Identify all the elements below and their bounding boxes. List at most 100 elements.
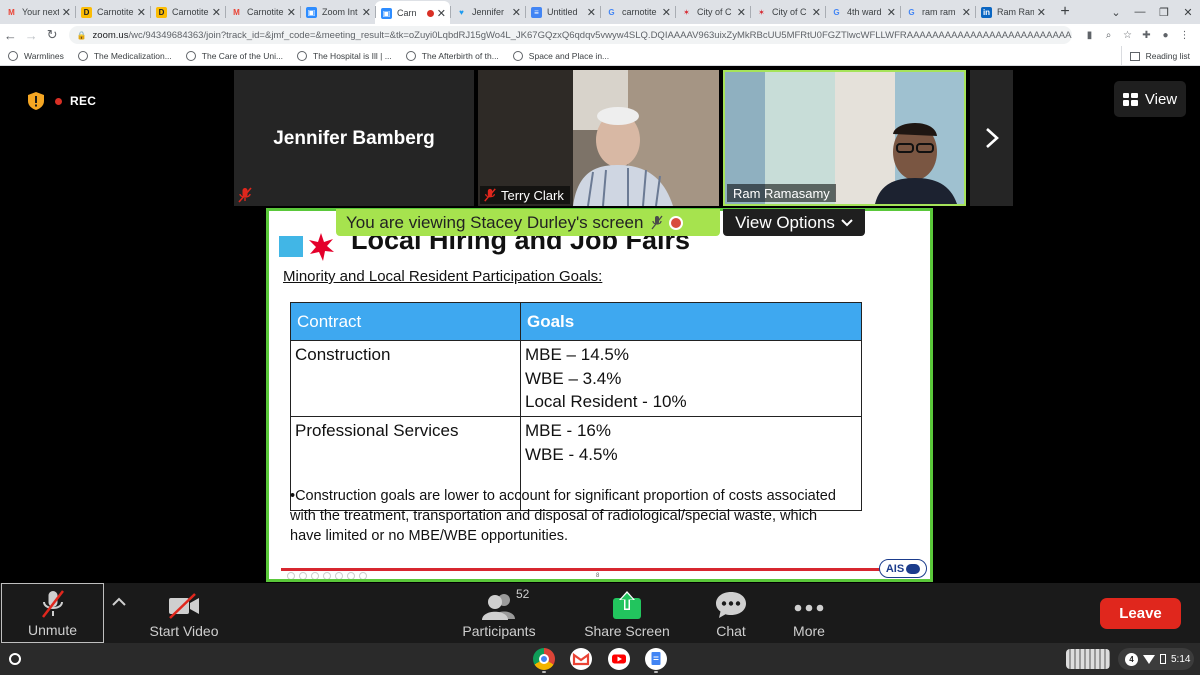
- browser-tab[interactable]: M Your next ✕: [0, 1, 75, 23]
- tab-close-icon[interactable]: ✕: [587, 6, 596, 19]
- tab-search-icon[interactable]: ⌄: [1104, 6, 1128, 19]
- profile-icon[interactable]: ●: [1156, 30, 1175, 41]
- bookmark-item[interactable]: The Medicalization...: [77, 50, 172, 61]
- tab-close-icon[interactable]: ✕: [137, 6, 146, 19]
- security-shield-icon[interactable]: [28, 92, 44, 110]
- tab-label: Jennifer: [472, 7, 505, 17]
- reading-list-button[interactable]: Reading list: [1120, 46, 1190, 66]
- view-options-button[interactable]: View Options: [723, 209, 865, 236]
- browser-tab[interactable]: ≡ Untitled ✕: [525, 1, 600, 23]
- chat-button[interactable]: Chat: [701, 583, 761, 643]
- tab-close-icon[interactable]: ✕: [212, 6, 221, 19]
- browser-tab[interactable]: G 4th ward ✕: [825, 1, 900, 23]
- participant-tile-jennifer[interactable]: Jennifer Bamberg: [234, 70, 474, 206]
- tab-close-icon[interactable]: ✕: [812, 6, 821, 19]
- next-gallery-page-button[interactable]: [970, 70, 1013, 206]
- leave-meeting-button[interactable]: Leave: [1100, 598, 1181, 629]
- docs-app-icon[interactable]: [645, 648, 667, 670]
- chat-icon: [716, 592, 746, 618]
- goal-line: Local Resident - 10%: [525, 392, 687, 411]
- browser-tab[interactable]: ✶ City of C ✕: [750, 1, 825, 23]
- tab-close-icon[interactable]: ✕: [1037, 6, 1046, 19]
- more-button[interactable]: More: [780, 583, 838, 643]
- bookmark-item[interactable]: The Afterbirth of th...: [405, 50, 499, 61]
- tab-label: Untitled: [547, 7, 578, 17]
- tab-close-icon[interactable]: ✕: [362, 6, 371, 19]
- zoom-icon[interactable]: ⌕: [1099, 30, 1118, 41]
- close-window-icon[interactable]: ✕: [1176, 6, 1200, 19]
- browser-tab[interactable]: ♥ Jennifer ✕: [450, 1, 525, 23]
- minimize-icon[interactable]: —: [1128, 6, 1152, 18]
- participants-button[interactable]: Participants: [455, 583, 543, 643]
- table-header-contract: Contract: [290, 302, 521, 341]
- restore-icon[interactable]: ❐: [1152, 6, 1176, 19]
- battery-icon: [1160, 654, 1166, 664]
- muted-mic-icon: [238, 187, 252, 203]
- chevron-right-icon: [985, 128, 999, 148]
- browser-tab[interactable]: Gcarnotite ✕: [600, 1, 675, 23]
- bookmark-label: Space and Place in...: [528, 50, 610, 61]
- system-tray[interactable]: 4 5:14: [1118, 648, 1194, 670]
- reload-icon[interactable]: ↻: [42, 27, 63, 43]
- tab-close-icon[interactable]: ✕: [662, 6, 671, 19]
- menu-icon[interactable]: ⋮: [1175, 30, 1194, 41]
- share-screen-button[interactable]: Share Screen: [581, 583, 673, 643]
- chrome-app-icon[interactable]: [533, 648, 555, 670]
- chicago-flag-logo: [279, 233, 334, 261]
- browser-tab[interactable]: ✶ City of C ✕: [675, 1, 750, 23]
- view-button[interactable]: View: [1114, 81, 1186, 117]
- participant-tile-ram[interactable]: Ram Ramasamy: [723, 70, 966, 206]
- tab-close-icon[interactable]: ✕: [437, 7, 446, 20]
- tab-close-icon[interactable]: ✕: [512, 6, 521, 19]
- recording-dot-icon: [55, 97, 62, 105]
- globe-icon: [185, 50, 196, 61]
- tab-close-icon[interactable]: ✕: [737, 6, 746, 19]
- browser-tab[interactable]: M Carnotite ✕: [225, 1, 300, 23]
- audio-options-caret[interactable]: [108, 583, 130, 643]
- tab-label: Zoom Int: [322, 7, 358, 17]
- chat-label: Chat: [716, 623, 746, 639]
- contract-cell: Construction: [290, 340, 521, 417]
- bookmark-item[interactable]: Warmlines: [8, 50, 64, 61]
- forward-icon[interactable]: →: [21, 28, 42, 43]
- tab-close-icon[interactable]: ✕: [887, 6, 896, 19]
- back-icon[interactable]: ←: [0, 28, 21, 43]
- recording-indicator[interactable]: REC: [55, 92, 96, 110]
- tab-close-icon[interactable]: ✕: [287, 6, 296, 19]
- camera-blocked-icon[interactable]: ▮: [1080, 30, 1099, 41]
- goal-line: WBE - 4.5%: [525, 444, 618, 464]
- tab-favicon-icon: G: [608, 7, 615, 17]
- slide-control-icon: [335, 572, 343, 579]
- browser-tab[interactable]: in Ram Ram ✕: [975, 1, 1050, 23]
- bookmark-item[interactable]: Space and Place in...: [512, 50, 610, 61]
- browser-tab[interactable]: Gram ram ✕: [900, 1, 975, 23]
- browser-tab[interactable]: ▣ Carn ✕: [375, 1, 450, 25]
- extensions-icon[interactable]: ✚: [1137, 30, 1156, 41]
- globe-icon: [512, 50, 523, 61]
- clock-time: 5:14: [1171, 653, 1191, 665]
- participant-tile-terry[interactable]: Terry Clark: [478, 70, 719, 206]
- tab-favicon-icon: D: [81, 6, 92, 18]
- bookmark-item[interactable]: The Care of the Uni...: [185, 50, 283, 61]
- tab-close-icon[interactable]: ✕: [962, 6, 971, 19]
- tab-favicon-icon: ✶: [683, 7, 690, 17]
- start-video-button[interactable]: Start Video: [140, 583, 228, 643]
- new-tab-button[interactable]: +: [1054, 3, 1076, 21]
- youtube-app-icon[interactable]: [608, 648, 630, 670]
- tab-label: Carnotite: [97, 7, 134, 17]
- tab-close-icon[interactable]: ✕: [62, 6, 71, 19]
- bookmark-star-icon[interactable]: ☆: [1118, 30, 1137, 41]
- holding-space-thumbnail[interactable]: [1066, 649, 1110, 669]
- unmute-button[interactable]: Unmute: [1, 583, 104, 643]
- browser-tab[interactable]: ▣ Zoom Int ✕: [300, 1, 375, 23]
- goal-line: WBE – 3.4%: [525, 368, 622, 388]
- browser-tab[interactable]: D Carnotite ✕: [75, 1, 150, 23]
- slide-footnote: •Construction goals are lower to account…: [290, 488, 836, 544]
- launcher-icon[interactable]: [9, 653, 21, 665]
- gmail-app-icon[interactable]: [570, 648, 592, 670]
- url-path: /wc/94349684363/join?track_id=&jmf_code=…: [128, 29, 1072, 41]
- browser-tab[interactable]: D Carnotite ✕: [150, 1, 225, 23]
- bookmark-item[interactable]: The Hospital is Ill | ...: [297, 50, 392, 61]
- address-bar[interactable]: 🔒 zoom.us/wc/94349684363/join?track_id=&…: [68, 26, 1072, 44]
- tab-favicon-icon: ▣: [306, 6, 317, 18]
